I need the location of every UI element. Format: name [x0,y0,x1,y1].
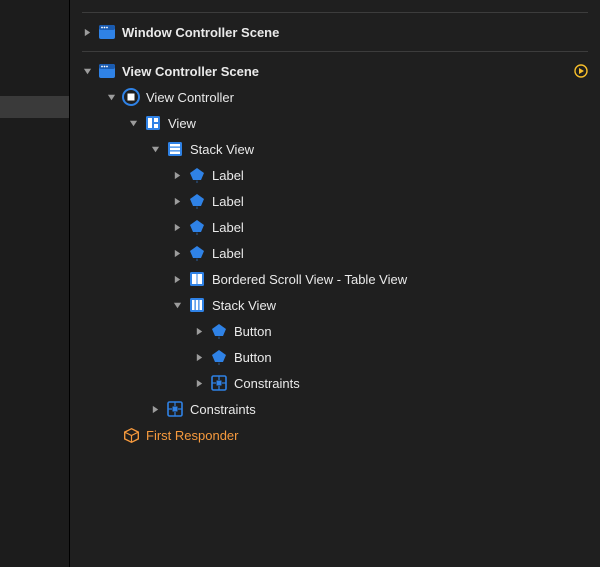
tree-item-label: Stack View [190,142,254,157]
button-icon [210,348,228,366]
tree-item-text: First Responder [146,428,238,443]
button-icon [210,322,228,340]
disclosure-triangle-icon[interactable] [194,352,204,362]
cube-icon [122,426,140,444]
tree-item-text: Label [212,194,244,209]
disclosure-triangle-icon[interactable] [172,170,182,180]
disclosure-triangle-icon[interactable] [172,222,182,232]
tree-item-text: Bordered Scroll View - Table View [212,272,407,287]
tree-item-stack-view[interactable]: Stack View [70,292,600,318]
disclosure-triangle-icon[interactable] [172,274,182,284]
tree-item-text: Constraints [190,402,256,417]
disclosure-triangle-icon[interactable] [194,378,204,388]
disclosure-triangle-icon[interactable] [82,66,92,76]
disclosure-triangle-icon[interactable] [106,92,116,102]
tree-item-constraints[interactable]: Constraints [70,370,600,396]
disclosure-triangle-icon[interactable] [82,27,92,37]
scene-label: View Controller Scene [122,64,259,79]
constraints-icon [166,400,184,418]
tree-item-text: Stack View [212,298,276,313]
table-icon [188,270,206,288]
gutter-selection [0,96,70,118]
window-scene-icon [98,62,116,80]
stack-horizontal-icon [188,296,206,314]
tree-item-scroll-view[interactable]: Bordered Scroll View - Table View [70,266,600,292]
disclosure-triangle-icon[interactable] [172,248,182,258]
tree-item-button[interactable]: Button [70,318,600,344]
tree-item-view-controller[interactable]: View Controller [70,84,600,110]
constraints-icon [210,374,228,392]
tree-item-constraints[interactable]: Constraints [70,396,600,422]
tree-item-text: Label [212,246,244,261]
tree-item-text: Constraints [234,376,300,391]
view-controller-icon [122,88,140,106]
disclosure-triangle-icon[interactable] [172,300,182,310]
tree-item-stack-view[interactable]: Stack View [70,136,600,162]
label-icon [188,218,206,236]
stack-vertical-icon [166,140,184,158]
disclosure-triangle-icon[interactable] [150,144,160,154]
tree-item-label[interactable]: Label [70,162,600,188]
separator [82,51,588,52]
tree-item-label: View [168,116,196,131]
scene-item-view-controller[interactable]: View Controller Scene [70,58,600,84]
tree-item-label: View Controller [146,90,234,105]
disclosure-triangle-icon[interactable] [194,326,204,336]
disclosure-triangle-icon[interactable] [150,404,160,414]
tree-item-text: Label [212,168,244,183]
tree-item-first-responder[interactable]: First Responder [70,422,600,448]
separator [82,12,588,13]
tree-item-text: Label [212,220,244,235]
tree-item-button[interactable]: Button [70,344,600,370]
tree-item-label[interactable]: Label [70,188,600,214]
tree-item-text: Button [234,324,272,339]
document-outline[interactable]: Window Controller Scene View Controller … [70,0,600,567]
label-icon [188,192,206,210]
tree-item-view[interactable]: View [70,110,600,136]
label-icon [188,244,206,262]
tree-item-label[interactable]: Label [70,240,600,266]
tree-item-text: Button [234,350,272,365]
segue-arrow-icon [574,64,588,78]
label-icon [188,166,206,184]
tree-item-label[interactable]: Label [70,214,600,240]
editor-gutter [0,0,70,567]
scene-item-window-controller[interactable]: Window Controller Scene [70,19,600,45]
window-scene-icon [98,23,116,41]
scene-label: Window Controller Scene [122,25,279,40]
disclosure-triangle-icon[interactable] [172,196,182,206]
layout-icon [144,114,162,132]
disclosure-triangle-icon[interactable] [128,118,138,128]
